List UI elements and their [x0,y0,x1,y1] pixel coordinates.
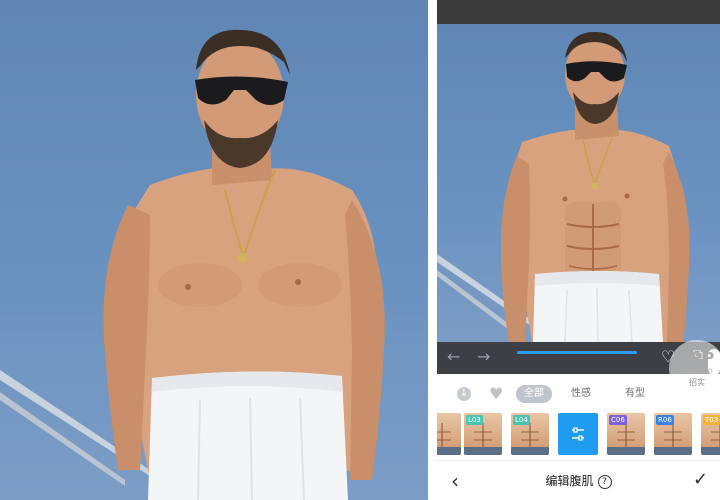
edited-photo-canvas[interactable] [437,24,720,342]
watermark-solution-text: solution [681,366,713,375]
divider [428,0,437,500]
screen-title: 编辑腹肌? [437,473,720,489]
edited-photo-illustration [437,32,690,342]
abs-editor-screen: ← → ♡ ⧉ APP solution 招实 ↓ ♥ 全部 性感 有型 L03… [437,0,720,500]
abs-thumbnail-t03[interactable]: T03 [701,413,720,455]
abs-thumbnail-c06[interactable]: C06 [607,413,645,455]
filter-sexy-tab[interactable]: 性感 [571,386,591,402]
original-photo [0,0,428,500]
filter-all-chip[interactable]: 全部 [516,385,552,403]
abs-thumbnail[interactable] [437,413,461,455]
thumbnail-badge: L04 [513,415,530,425]
filter-category-row: ↓ ♥ 全部 性感 有型 [437,378,720,410]
effect-strength-slider[interactable] [517,349,720,375]
abs-thumbnail-r06[interactable]: R06 [654,413,692,455]
original-photo-illustration [0,29,385,500]
abs-thumbnail-l03[interactable]: L03 [464,413,502,455]
heart-icon[interactable]: ♥ [489,386,503,402]
filter-shaped-tab[interactable]: 有型 [625,386,645,402]
redo-icon[interactable]: → [477,349,490,365]
thumbnail-badge: R06 [656,415,674,425]
thumbnail-badge: L03 [466,415,483,425]
help-icon[interactable]: ? [597,475,612,489]
undo-icon[interactable]: ← [447,349,460,365]
abs-style-thumbnails: L03 L04 C06 R06 T03 [437,413,720,459]
bottom-toolbar: ‹ 编辑腹肌? ✓ [437,460,720,500]
thumbnail-badge: T03 [703,415,720,425]
check-icon[interactable]: ✓ [693,470,708,490]
download-icon[interactable]: ↓ [457,387,471,401]
adjust-abs-button[interactable] [558,413,598,455]
abs-thumbnail-l04[interactable]: L04 [511,413,549,455]
thumbnail-badge: C06 [609,415,627,425]
screen-title-text: 编辑腹肌 [545,474,594,488]
watermark-app-text: APP [678,349,716,367]
status-bar [437,0,720,24]
sliders-icon [572,427,584,441]
